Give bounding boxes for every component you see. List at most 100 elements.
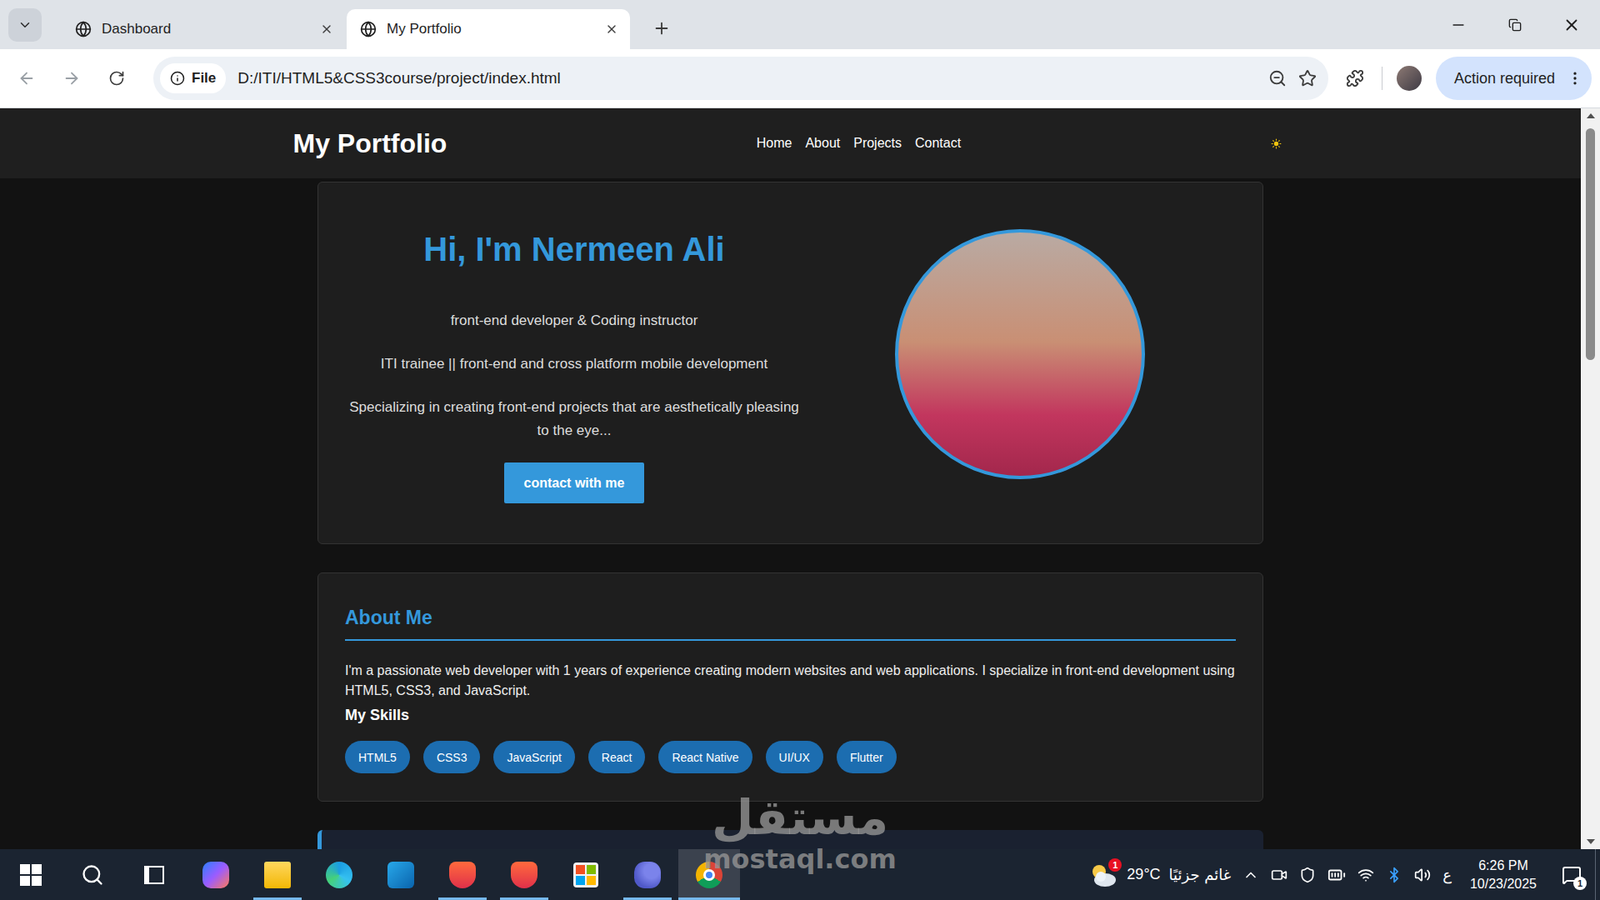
scrollbar[interactable]: [1580, 108, 1600, 850]
brave-icon: [510, 861, 538, 889]
notification-button[interactable]: 1: [1555, 865, 1589, 885]
minimize-button[interactable]: [1430, 0, 1487, 50]
nav-link[interactable]: Home: [756, 135, 793, 151]
battery-icon: [1327, 865, 1346, 885]
tab-close-button[interactable]: [320, 22, 334, 36]
skill-list: HTML5CSS3JavaScriptReactReact NativeUI/U…: [345, 740, 1236, 774]
menu-dots-icon: [1566, 70, 1584, 87]
security-button[interactable]: [1299, 866, 1316, 884]
taskbar-app[interactable]: [370, 849, 432, 900]
page-area: My Portfolio Home About Projects Contact Hi, …: [0, 108, 1600, 850]
sun-icon: [1270, 138, 1282, 150]
web-page: My Portfolio Home About Projects Contact Hi, …: [0, 108, 1581, 850]
reload-button[interactable]: [98, 60, 135, 97]
bluetooth-icon: [1385, 866, 1403, 884]
section-title: About Me: [345, 600, 1236, 641]
task-view-button[interactable]: [123, 849, 185, 900]
bookmark-button[interactable]: [1298, 69, 1317, 88]
volume-icon: [1414, 866, 1431, 884]
taskbar-app[interactable]: [185, 849, 247, 900]
site-logo[interactable]: My Portfolio: [293, 128, 448, 160]
browser-tab[interactable]: Dashboard: [61, 9, 345, 50]
hero-line: ITI trainee || front-end and cross platf…: [380, 352, 768, 376]
plus-icon: [652, 19, 671, 38]
taskbar-app[interactable]: [308, 849, 370, 900]
system-tray: 129°Cغائم جزئيًا ع 6:26 PM10/23/2025 1: [1088, 849, 1595, 900]
taskbar-app[interactable]: [246, 849, 309, 900]
theme-toggle[interactable]: [1270, 138, 1289, 150]
extensions-button[interactable]: [1336, 60, 1374, 97]
scroll-up-icon[interactable]: [1586, 108, 1595, 124]
browser-tab[interactable]: My Portfolio: [346, 9, 630, 50]
taskbar-app[interactable]: [493, 849, 555, 900]
start-button[interactable]: [0, 849, 62, 900]
address-bar[interactable]: File D:/ITI/HTML5&CSS3course/project/inde…: [153, 56, 1329, 100]
battery-button[interactable]: [1327, 865, 1346, 885]
toolbar-divider: [1381, 66, 1383, 90]
outlook-icon: [387, 861, 415, 889]
tab-search-button[interactable]: [8, 8, 42, 42]
weather-widget[interactable]: 129°Cغائم جزئيًا: [1088, 861, 1231, 889]
skill-tag: React: [588, 740, 646, 774]
restore-button[interactable]: [1486, 0, 1544, 50]
wifi-icon: [1357, 866, 1375, 884]
skill-tag: CSS3: [423, 740, 481, 774]
scroll-down-icon[interactable]: [1586, 834, 1595, 850]
copilot-icon: [202, 861, 230, 889]
site-info-chip[interactable]: File: [160, 63, 226, 94]
about-card: About Me I'm a passionate web developer w…: [317, 572, 1264, 802]
search-button[interactable]: [61, 849, 124, 900]
site-nav: Home About Projects Contact: [756, 135, 961, 151]
clock[interactable]: 6:26 PM10/23/2025: [1463, 856, 1544, 894]
watermark-arabic: مستقل: [711, 791, 889, 845]
projects-card: [317, 830, 1264, 850]
taskbar-app[interactable]: [616, 849, 679, 900]
new-tab-button[interactable]: [646, 13, 677, 44]
nav-link[interactable]: Projects: [853, 135, 902, 151]
contact-button[interactable]: contact with me: [504, 462, 645, 504]
forward-button[interactable]: [53, 60, 90, 97]
windows-logo-icon: [20, 864, 42, 886]
taskbar-app[interactable]: [555, 849, 617, 900]
watermark: مستقلmostaql.com: [695, 791, 905, 875]
action-required-button[interactable]: Action required: [1435, 56, 1592, 100]
bluetooth-button[interactable]: [1385, 866, 1403, 884]
window-controls: [1430, 0, 1600, 50]
show-desktop-button[interactable]: [1595, 849, 1600, 900]
about-text: I'm a passionate web developer with 1 ye…: [345, 660, 1236, 701]
volume-button[interactable]: [1414, 866, 1431, 884]
scroll-thumb[interactable]: [1585, 128, 1595, 360]
taskbar-app[interactable]: [678, 849, 740, 900]
restore-icon: [1508, 18, 1522, 32]
zoom-button[interactable]: [1268, 69, 1287, 88]
hero-text: Hi, I'm Nermeen Alifront-end developer &…: [345, 229, 804, 504]
chrome-icon: [695, 861, 723, 889]
avatar-photo: [1396, 65, 1422, 91]
minimize-icon: [1450, 16, 1467, 34]
url-text[interactable]: D:/ITI/HTML5&CSS3course/project/index.ht…: [237, 69, 1257, 88]
edge-icon: [325, 861, 353, 889]
tab-close-button[interactable]: [605, 22, 619, 36]
arrow-left-icon: [17, 69, 36, 88]
skill-tag: React Native: [658, 740, 752, 774]
nav-link[interactable]: Contact: [915, 135, 961, 151]
wifi-button[interactable]: [1357, 866, 1375, 884]
hero-line: Specializing in creating front-end proje…: [345, 395, 804, 443]
close-icon: [1562, 15, 1581, 35]
video-icon: [1270, 866, 1288, 884]
puzzle-icon: [1345, 69, 1365, 88]
teams-icon: [634, 861, 661, 889]
tray-overflow-button[interactable]: [1242, 866, 1260, 884]
close-window-button[interactable]: [1543, 0, 1600, 50]
skills-title: My Skills: [345, 705, 1236, 725]
globe-icon: [360, 20, 377, 38]
taskbar-app[interactable]: [431, 849, 494, 900]
back-button[interactable]: [8, 60, 45, 97]
meet-button[interactable]: [1270, 866, 1288, 884]
main-content: Hi, I'm Nermeen Alifront-end developer &…: [0, 178, 1581, 850]
language-indicator[interactable]: ع: [1442, 865, 1452, 884]
weather-condition: غائم جزئيًا: [1169, 865, 1232, 884]
nav-link[interactable]: About: [805, 135, 840, 151]
site-header: My Portfolio Home About Projects Contact: [0, 108, 1581, 179]
profile-button[interactable]: [1390, 60, 1428, 97]
